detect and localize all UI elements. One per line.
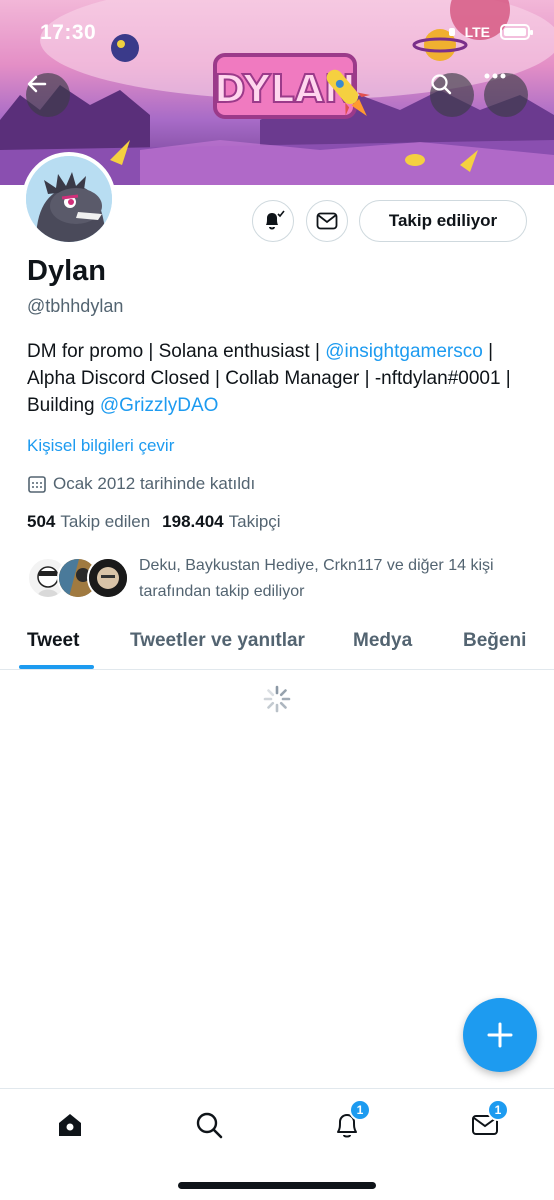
join-date: Ocak 2012 tarihinde katıldı [27,474,255,494]
message-button[interactable] [306,200,348,242]
followed-by-text: Deku, Baykustan Hediye, Crkn117 ve diğer… [139,557,494,600]
follow-stats: 504 Takip edilen 198.404 Takipçi [27,512,281,532]
active-tab-indicator [19,665,94,669]
following-label: Takip edilen [60,512,151,531]
more-options-button[interactable] [484,73,528,117]
followers-label: Takipçi [228,512,281,531]
following-button[interactable]: Takip ediliyor [359,200,527,242]
search-icon [196,1112,223,1139]
tab-likes[interactable]: Beğeni [463,630,526,652]
bio-mention-link[interactable]: @GrizzlyDAO [100,395,219,416]
following-count: 504 [27,512,56,531]
plus-icon [487,1022,513,1048]
bell-check-icon [266,210,285,230]
notifications-toggle-button[interactable] [252,200,294,242]
status-indicators: LTE [448,24,533,40]
more-horizontal-icon [484,73,506,79]
following-link[interactable]: 504 Takip edilen [27,512,150,532]
battery-icon [500,24,533,40]
envelope-icon [316,212,338,230]
followers-link[interactable]: 198.404 Takipçi [162,512,280,532]
tab-tweets[interactable]: Tweet [27,630,79,652]
followed-by-section[interactable]: Deku, Baykustan Hediye, Crkn117 ve diğer… [27,553,527,605]
status-bar: 17:30 LTE [0,0,554,64]
notifications-badge: 1 [349,1099,371,1121]
home-icon [59,1114,81,1136]
network-label: LTE [464,24,490,40]
translate-bio-link[interactable]: Kişisel bilgileri çevir [27,436,174,456]
nav-notifications[interactable]: 1 [327,1099,371,1145]
back-button[interactable] [26,73,70,117]
compose-tweet-button[interactable] [463,998,537,1072]
calendar-icon [28,476,46,493]
tab-media[interactable]: Medya [353,630,412,652]
bio-text: DM for promo | Solana enthusiast | [27,341,326,362]
profile-tabs: Tweet Tweetler ve yanıtlar Medya Beğeni [0,620,554,670]
search-icon [431,74,452,95]
tab-tweets-and-replies[interactable]: Tweetler ve yanıtlar [130,630,305,652]
nav-messages[interactable]: 1 [465,1099,509,1145]
signal-icon [448,28,455,36]
bio-mention-link[interactable]: @insightgamersco [325,341,483,362]
status-time: 17:30 [40,21,97,44]
nav-explore[interactable] [189,1105,229,1145]
loading-spinner-icon [263,685,291,713]
search-button[interactable] [430,73,474,117]
messages-badge: 1 [487,1099,509,1121]
avatar[interactable] [22,152,116,246]
user-handle: @tbhhdylan [27,296,124,316]
followers-count: 198.404 [162,512,224,531]
join-date-text: Ocak 2012 tarihinde katıldı [53,474,256,493]
follower-avatar [87,557,129,599]
home-indicator [178,1182,376,1189]
avatar-image [26,156,112,242]
arrow-left-icon [27,75,47,93]
display-name: Dylan [27,255,106,287]
bio: DM for promo | Solana enthusiast | @insi… [27,338,532,419]
nav-home[interactable] [50,1105,90,1145]
